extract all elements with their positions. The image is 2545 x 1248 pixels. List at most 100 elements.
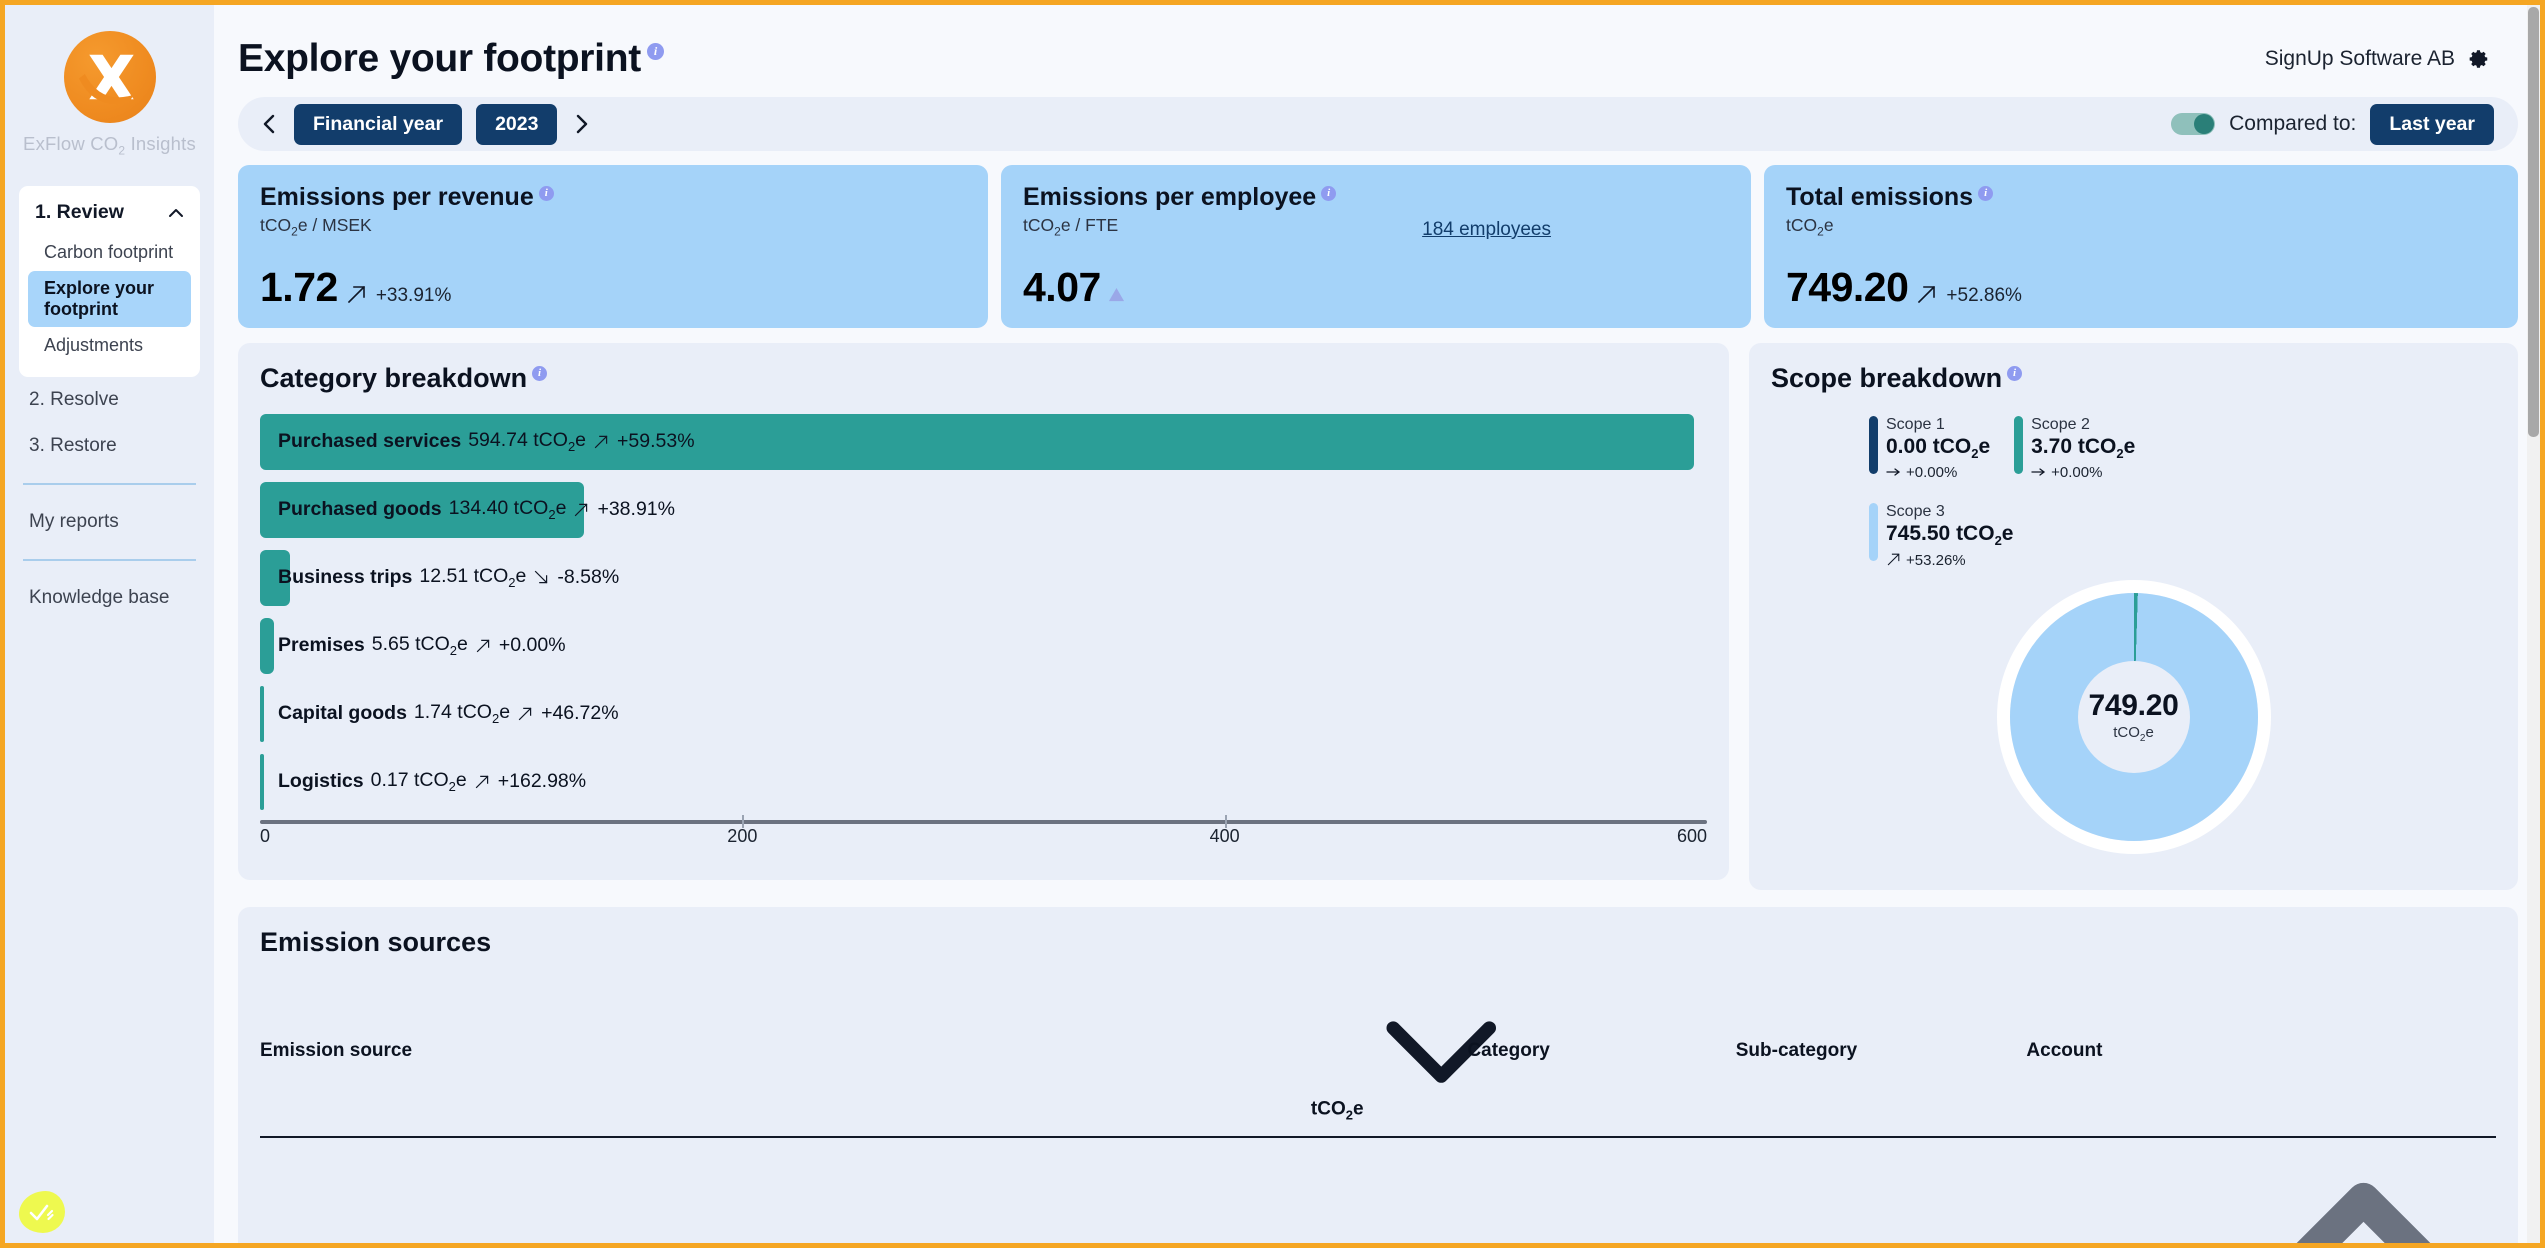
kpi-delta: +33.91% <box>375 284 452 306</box>
scope-legend-row-2: Scope 3 745.50 tCO2e +53.26% <box>1749 502 2518 571</box>
axis-tick-label: 400 <box>1209 825 1240 846</box>
category-bar-row[interactable]: Logistics 0.17 tCO2e +162.98% <box>260 748 1707 816</box>
category-bar-label: Purchased goods 134.40 tCO2e +38.91% <box>278 497 675 522</box>
category-bar <box>260 753 265 810</box>
org-name-label: SignUp Software AB <box>2264 47 2455 70</box>
sidebar-item-label: My reports <box>29 510 119 532</box>
sidebar-item-knowledge-base[interactable]: Knowledge base <box>5 575 214 621</box>
column-header-account[interactable]: Account <box>2026 971 2496 1138</box>
scope-delta-text: +53.26% <box>1906 552 1966 570</box>
axis-tick-label: 600 <box>1676 825 1707 846</box>
sidebar-item-label: 3. Restore <box>29 434 117 456</box>
category-name: Purchased goods <box>278 497 442 520</box>
category-bar-row[interactable]: Premises 5.65 tCO2e +0.00% <box>260 612 1707 680</box>
kpi-unit: tCO2e <box>1786 215 1834 239</box>
arrow-up-right-icon <box>1886 551 1902 571</box>
panel-title-text: Scope breakdown <box>1771 362 2003 393</box>
axis-tick-label: 200 <box>727 825 758 846</box>
donut-center-label: 749.20 tCO2e <box>2077 660 2190 773</box>
checkmark-badge-icon[interactable] <box>19 1191 65 1233</box>
scope-legend-item[interactable]: Scope 3 745.50 tCO2e +53.26% <box>1869 502 2518 571</box>
donut-ring[interactable]: 749.20 tCO2e <box>2009 592 2258 841</box>
column-header-emission-source[interactable]: Emission source <box>260 971 1311 1138</box>
year-button[interactable]: 2023 <box>476 103 558 145</box>
info-icon[interactable]: i <box>1321 186 1337 201</box>
sidebar-item-explore-your-footprint[interactable]: Explore your footprint <box>28 270 191 328</box>
app-logo: ExFlow CO2 Insights <box>5 5 214 168</box>
info-icon[interactable]: i <box>2007 365 2023 381</box>
chevron-right-icon[interactable] <box>571 113 593 135</box>
org-switcher[interactable]: SignUp Software AB <box>2265 37 2510 71</box>
category-bar-row[interactable]: Purchased services 594.74 tCO2e +59.53% <box>260 408 1707 476</box>
sidebar-item-label: Adjustments <box>44 335 144 356</box>
category-bar-row[interactable]: Purchased goods 134.40 tCO2e +38.91% <box>260 476 1707 544</box>
category-delta: -8.58% <box>557 565 620 588</box>
column-header-tco2e[interactable]: tCO2e <box>1310 971 1496 1138</box>
info-icon[interactable]: i <box>646 43 664 60</box>
vertical-scrollbar[interactable] <box>2527 5 2540 1243</box>
category-delta: +59.53% <box>617 429 695 452</box>
sidebar-item-my-reports[interactable]: My reports <box>5 499 214 545</box>
scrollbar-thumb[interactable] <box>2528 7 2539 437</box>
info-icon[interactable]: i <box>532 365 548 381</box>
scope-color-swatch <box>1869 502 1878 561</box>
table-row[interactable]: 1.BG Microsoft AB85.36Purchased goodsEle… <box>260 1136 2496 1243</box>
app-root: ExFlow CO2 Insights 1. Review Carbon foo… <box>0 0 2545 1248</box>
donut-total-unit: tCO2e <box>2113 724 2154 745</box>
arrow-down-right-icon <box>533 569 550 586</box>
employees-link[interactable]: 184 employees <box>1422 219 1551 241</box>
category-delta: +0.00% <box>498 633 566 656</box>
category-bar-row[interactable]: Business trips 12.51 tCO2e -8.58% <box>260 544 1707 612</box>
kpi-card-emissions-per-employee: Emissions per employee i tCO2e / FTE 184… <box>1001 165 1751 328</box>
chevron-down-icon[interactable] <box>1374 1020 1509 1119</box>
category-bar-row[interactable]: Capital goods 1.74 tCO2e +46.72% <box>260 680 1707 748</box>
cell-sub-category: Electronics and IT pro… <box>1735 1136 2027 1243</box>
scope-delta: +53.26% <box>1886 551 2013 571</box>
scope-delta: +0.00% <box>1886 464 1990 481</box>
arrow-flat-icon <box>1886 464 1902 481</box>
scope-breakdown-panel: Scope breakdown i Scope 1 0.00 tCO2e +0.… <box>1749 342 2518 890</box>
scope-legend-item[interactable]: Scope 2 3.70 tCO2e +0.00% <box>2014 415 2136 481</box>
sidebar-section-review[interactable]: 1. Review <box>19 197 200 234</box>
chevron-left-icon[interactable] <box>258 113 280 135</box>
sidebar-item-resolve[interactable]: 2. Resolve <box>5 377 214 423</box>
axis-tick-mark <box>1224 814 1227 828</box>
arrow-up-right-icon <box>593 433 610 450</box>
category-value: 1.74 tCO2e <box>413 701 511 726</box>
app-logo-label: ExFlow CO2 Insights <box>23 133 196 158</box>
arrow-up-right-icon <box>573 501 590 518</box>
page-title-text: Explore your footprint <box>238 37 641 80</box>
cell-emission-source: 1.BG Microsoft AB <box>260 1136 1311 1243</box>
sidebar-item-label: Explore your footprint <box>44 277 155 320</box>
compare-toggle[interactable] <box>2171 113 2216 135</box>
sidebar-item-adjustments[interactable]: Adjustments <box>28 328 191 363</box>
category-value: 5.65 tCO2e <box>371 633 468 658</box>
emission-sources-panel: Emission sources Emission source tCO2e C… <box>238 906 2518 1243</box>
column-header-sub-category[interactable]: Sub-category <box>1735 971 2027 1138</box>
sidebar-item-carbon-footprint[interactable]: Carbon footprint <box>28 235 191 270</box>
category-value: 134.40 tCO2e <box>448 497 567 522</box>
arrow-up-right-icon <box>345 282 369 306</box>
sidebar-item-label: Knowledge base <box>29 586 170 608</box>
sidebar-item-restore[interactable]: 3. Restore <box>5 423 214 469</box>
info-icon[interactable]: i <box>538 186 554 201</box>
scope-legend-item[interactable]: Scope 1 0.00 tCO2e +0.00% <box>1869 415 1990 481</box>
triangle-warning-icon <box>1108 287 1125 302</box>
kpi-card-emissions-per-revenue: Emissions per revenue i tCO2e / MSEK 1.7… <box>238 165 988 328</box>
kpi-delta: +52.86% <box>1946 284 2022 306</box>
compare-period-button[interactable]: Last year <box>2370 103 2494 145</box>
info-icon[interactable]: i <box>1978 186 1994 201</box>
arrow-up-right-icon <box>475 637 492 654</box>
category-bar-label: Capital goods 1.74 tCO2e +46.72% <box>278 701 619 726</box>
period-type-button[interactable]: Financial year <box>294 103 463 145</box>
cell-account: 5420 - Software <box>2026 1136 2496 1243</box>
emission-sources-title: Emission sources <box>260 926 492 957</box>
axis-line <box>260 819 1707 824</box>
scope-value: 3.70 tCO2e <box>2031 434 2136 461</box>
scope-donut-chart: 749.20 tCO2e <box>1749 592 2518 841</box>
gear-icon[interactable] <box>2468 48 2490 70</box>
main-content: Explore your footprint i SignUp Software… <box>214 5 2540 1243</box>
table-header-row: Emission source tCO2e Category Sub-categ… <box>260 971 2496 1138</box>
panel-title-text: Category breakdown <box>260 362 528 393</box>
scope-delta-text: +0.00% <box>1906 463 1958 481</box>
